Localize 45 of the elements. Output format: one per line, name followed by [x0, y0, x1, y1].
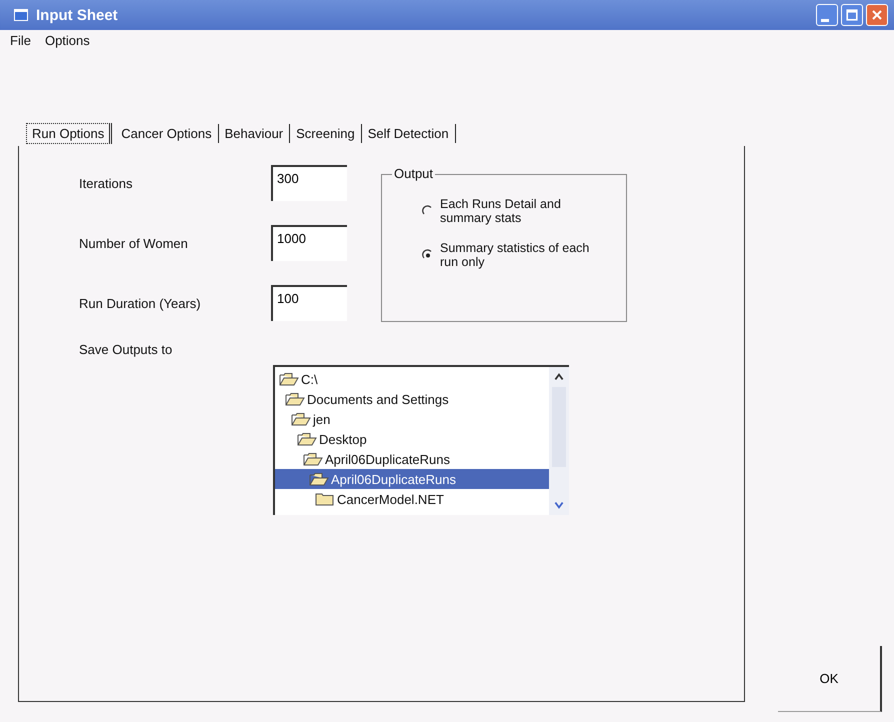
folder-item[interactable]: Documents and Settings: [275, 389, 549, 409]
field-label: Iterations: [79, 176, 134, 190]
folder-item[interactable]: Desktop: [275, 429, 549, 449]
radio-label: Summary statistics of each run only: [440, 241, 590, 269]
folder-item[interactable]: C:\: [275, 369, 549, 389]
field-label: Number of Women: [79, 236, 189, 250]
folder-list[interactable]: C:\ Documents and Settings jen Desktop April06DuplicateRuns April06DuplicateRuns CancerModel.NET: [273, 365, 569, 515]
ok-button[interactable]: OK: [778, 646, 882, 712]
field-label: Run Duration (Years): [79, 296, 202, 310]
group-title: Output: [392, 166, 436, 181]
scrollbar[interactable]: [549, 367, 569, 515]
open-folder-icon: [291, 412, 311, 426]
radio-button[interactable]: [422, 249, 434, 261]
window-icon: [14, 9, 28, 21]
minimize-icon: [821, 18, 829, 22]
open-folder-icon: [303, 452, 323, 466]
field-label: Save Outputs to: [79, 342, 172, 357]
maximize-icon: [844, 7, 860, 23]
menu-item[interactable]: File: [10, 33, 31, 51]
folder-item[interactable]: CancerModel.NET: [275, 489, 549, 509]
folder-icon: [315, 492, 335, 506]
minimize-button[interactable]: [816, 4, 838, 26]
close-button[interactable]: [866, 4, 888, 26]
open-folder-icon: [279, 372, 299, 386]
scroll-up-icon[interactable]: [553, 371, 565, 383]
open-folder-icon: [309, 472, 329, 486]
tab[interactable]: Self Detection: [362, 124, 456, 142]
window-title: Input Sheet: [36, 6, 118, 24]
input-field[interactable]: 100: [271, 285, 347, 321]
tab[interactable]: Screening: [290, 124, 362, 142]
input-field[interactable]: 1000: [271, 225, 347, 261]
open-folder-icon: [285, 392, 305, 406]
menu-item[interactable]: Options: [44, 33, 90, 51]
scroll-down-icon[interactable]: [553, 499, 565, 511]
radio-label: Each Runs Detail and summary stats: [440, 197, 562, 225]
maximize-button[interactable]: [841, 4, 863, 26]
tab[interactable]: Run Options: [26, 122, 112, 144]
open-folder-icon: [297, 432, 317, 446]
tab[interactable]: Behaviour: [218, 124, 290, 142]
folder-item[interactable]: jen: [275, 409, 549, 429]
radio-button[interactable]: [422, 205, 434, 217]
input-field[interactable]: 300: [271, 165, 347, 201]
tab[interactable]: Cancer Options: [115, 124, 219, 142]
folder-item[interactable]: April06DuplicateRuns: [275, 449, 549, 469]
folder-item[interactable]: April06DuplicateRuns: [275, 469, 549, 489]
